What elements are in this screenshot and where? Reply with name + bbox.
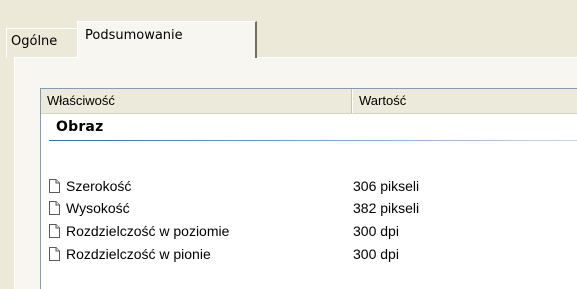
document-icon [49, 179, 60, 193]
document-icon [49, 247, 60, 261]
document-icon [49, 201, 60, 215]
properties-list[interactable]: Właściwość Wartość Obraz Szerokość 306 p… [40, 88, 577, 289]
property-value: 306 pikseli [353, 178, 420, 194]
list-item[interactable]: Wysokość 382 pikseli [41, 197, 577, 219]
tab-summary[interactable]: Podsumowanie [77, 21, 257, 58]
tab-strip: Ogólne Podsumowanie [0, 0, 577, 62]
document-icon [49, 224, 60, 238]
property-name: Szerokość [66, 178, 132, 194]
list-item[interactable]: Rozdzielczość w poziomie 300 dpi [41, 220, 577, 242]
group-header-image[interactable]: Obraz [41, 114, 577, 142]
property-value: 300 dpi [353, 223, 399, 239]
column-header-property-label: Właściwość [47, 93, 115, 108]
property-name: Wysokość [66, 200, 130, 216]
tab-general-label: Ogólne [11, 34, 58, 49]
list-item[interactable]: Rozdzielczość w pionie 300 dpi [41, 243, 577, 265]
group-title: Obraz [56, 119, 104, 135]
group-divider [49, 140, 577, 141]
property-name: Rozdzielczość w poziomie [66, 223, 230, 239]
column-header-value[interactable]: Wartość [352, 89, 577, 113]
property-name: Rozdzielczość w pionie [66, 246, 211, 262]
column-header-property[interactable]: Właściwość [41, 89, 352, 113]
property-value: 300 dpi [353, 246, 399, 262]
list-item[interactable]: Szerokość 306 pikseli [41, 175, 577, 197]
column-header-value-label: Wartość [359, 93, 407, 108]
tab-general[interactable]: Ogólne [6, 28, 78, 58]
property-value: 382 pikseli [353, 200, 420, 216]
tab-summary-label: Podsumowanie [85, 28, 183, 43]
list-header: Właściwość Wartość [41, 89, 577, 114]
